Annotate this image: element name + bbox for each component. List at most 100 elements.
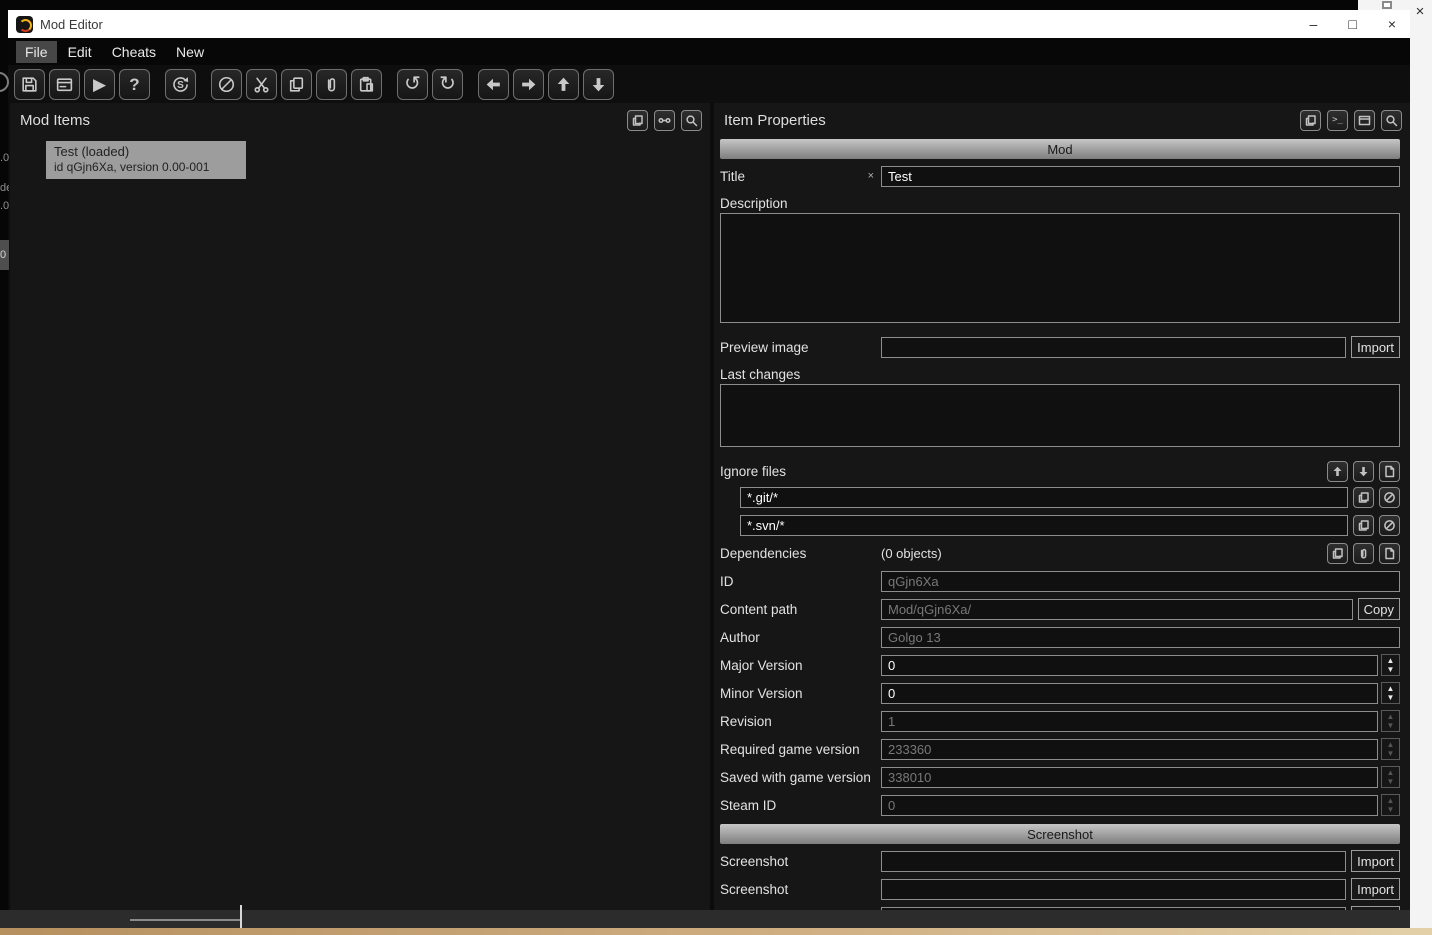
- section-header-mod[interactable]: Mod: [720, 139, 1400, 159]
- svg-text:S: S: [177, 79, 184, 90]
- attach-button[interactable]: [316, 68, 347, 100]
- ignore-entry-copy-button[interactable]: [1353, 514, 1374, 536]
- author-row: Author: [720, 626, 1400, 648]
- id-input[interactable]: [881, 570, 1400, 592]
- ignore-move-down-button[interactable]: [1353, 460, 1374, 482]
- screenshot-import-button[interactable]: Import: [1351, 850, 1400, 872]
- dependencies-copy-button[interactable]: [1327, 542, 1348, 564]
- menu-file[interactable]: File: [16, 40, 57, 63]
- pack-button[interactable]: [49, 68, 80, 100]
- ignore-move-up-button[interactable]: [1327, 460, 1348, 482]
- mod-list-item[interactable]: Test (loaded) id qGjn6Xa, version 0.00-0…: [46, 141, 246, 179]
- item-properties-header: Item Properties >_: [714, 103, 1410, 137]
- screenshot-import-button[interactable]: Import: [1351, 906, 1400, 910]
- arrow-down-icon: [1359, 466, 1368, 476]
- saved-with-game-version-input[interactable]: [881, 766, 1378, 788]
- screenshot-input[interactable]: [881, 906, 1347, 910]
- author-input[interactable]: [881, 626, 1400, 648]
- mod-editor-window: Mod Editor – □ × File Edit Cheats New ▶ …: [8, 10, 1410, 910]
- description-textarea[interactable]: [720, 213, 1400, 323]
- search-button[interactable]: [681, 109, 702, 131]
- required-game-version-input[interactable]: [881, 738, 1378, 760]
- menu-cheats[interactable]: Cheats: [103, 41, 165, 63]
- card-view-button[interactable]: [1354, 109, 1375, 131]
- ignore-add-button[interactable]: [1379, 460, 1400, 482]
- ignore-entry-copy-button[interactable]: [1353, 486, 1374, 508]
- close-button[interactable]: ×: [1388, 16, 1396, 32]
- last-changes-textarea[interactable]: [720, 384, 1400, 447]
- content-area: Mod Items Test (loaded) id qGjn6Xa, vers…: [8, 103, 1410, 910]
- desktop-strip: [0, 928, 1432, 935]
- steam-id-input[interactable]: [881, 794, 1378, 816]
- stepper-up-icon[interactable]: ▲: [1387, 684, 1395, 693]
- stepper-down-icon[interactable]: ▼: [1387, 693, 1395, 702]
- paperclip-icon: [327, 77, 336, 91]
- clear-title-icon[interactable]: ×: [868, 170, 874, 182]
- title-row: Title ×: [720, 165, 1400, 187]
- menu-new[interactable]: New: [167, 41, 213, 63]
- revision-input[interactable]: [881, 710, 1378, 732]
- section-header-screenshot[interactable]: Screenshot: [720, 824, 1400, 844]
- minimize-button[interactable]: –: [1310, 16, 1318, 32]
- preview-image-input[interactable]: [881, 336, 1347, 358]
- item-properties-form: Mod Title × Description: [714, 137, 1410, 910]
- move-up-button[interactable]: [548, 68, 579, 100]
- back-button[interactable]: [478, 68, 509, 100]
- stepper-down-icon[interactable]: ▼: [1387, 665, 1395, 674]
- ignore-entry-input[interactable]: [740, 486, 1348, 508]
- duplicate-view-button[interactable]: [627, 109, 648, 131]
- titlebar: Mod Editor – □ ×: [8, 10, 1410, 38]
- paste-button[interactable]: [351, 68, 382, 100]
- content-path-copy-button[interactable]: Copy: [1357, 598, 1400, 620]
- reload-scripts-button[interactable]: S: [165, 68, 196, 100]
- window-title: Mod Editor: [40, 16, 103, 32]
- connect-button[interactable]: [654, 109, 675, 131]
- stepper-up-icon[interactable]: ▲: [1387, 656, 1395, 665]
- maximize-button[interactable]: □: [1348, 16, 1356, 32]
- background-maximize-icon[interactable]: [1382, 1, 1392, 9]
- background-close-icon[interactable]: ×: [1411, 4, 1429, 19]
- run-button[interactable]: ▶: [84, 68, 115, 100]
- arrow-up-icon: [557, 77, 570, 91]
- screenshot-import-button[interactable]: Import: [1351, 878, 1400, 900]
- console-button[interactable]: >_: [1327, 109, 1348, 131]
- search-button[interactable]: [1381, 109, 1402, 131]
- undo-button[interactable]: ↺: [397, 68, 428, 100]
- save-icon: [22, 76, 37, 92]
- new-page-icon: [1385, 547, 1395, 559]
- help-button[interactable]: ?: [119, 68, 150, 100]
- ignore-entry-remove-button[interactable]: [1379, 486, 1400, 508]
- duplicate-view-button[interactable]: [1300, 109, 1321, 131]
- minor-version-input[interactable]: [881, 682, 1378, 704]
- block-button[interactable]: [211, 68, 242, 100]
- major-version-input[interactable]: [881, 654, 1378, 676]
- title-label: Title ×: [720, 169, 881, 184]
- forward-button[interactable]: [513, 68, 544, 100]
- content-path-input[interactable]: [881, 598, 1353, 620]
- stepper-down-icon: ▼: [1386, 749, 1395, 758]
- screenshot-input[interactable]: [881, 850, 1347, 872]
- dependencies-add-button[interactable]: [1379, 542, 1400, 564]
- mod-item-name: Test (loaded): [54, 144, 130, 159]
- major-version-stepper[interactable]: ▲ ▼: [1381, 654, 1400, 676]
- move-down-button[interactable]: [583, 68, 614, 100]
- mod-items-list: Test (loaded) id qGjn6Xa, version 0.00-0…: [10, 137, 710, 910]
- ignore-entry-input[interactable]: [740, 514, 1348, 536]
- title-input[interactable]: [881, 165, 1400, 187]
- copy-icon: [1305, 114, 1316, 126]
- cut-button[interactable]: [246, 68, 277, 100]
- save-button[interactable]: [14, 68, 45, 100]
- steam-id-label: Steam ID: [720, 797, 777, 813]
- arrow-up-icon: [1333, 466, 1342, 476]
- ignore-entry-remove-button[interactable]: [1379, 514, 1400, 536]
- menu-edit[interactable]: Edit: [59, 41, 101, 63]
- copy-button[interactable]: [281, 68, 312, 100]
- required-game-version-stepper: ▲ ▼: [1381, 738, 1400, 760]
- steam-id-row: Steam ID ▲ ▼: [720, 794, 1400, 816]
- preview-image-import-button[interactable]: Import: [1351, 336, 1400, 358]
- dependencies-attach-button[interactable]: [1353, 542, 1374, 564]
- screenshot-input[interactable]: [881, 878, 1347, 900]
- redo-button[interactable]: ↻: [432, 68, 463, 100]
- block-icon: [218, 76, 235, 92]
- minor-version-stepper[interactable]: ▲ ▼: [1381, 682, 1400, 704]
